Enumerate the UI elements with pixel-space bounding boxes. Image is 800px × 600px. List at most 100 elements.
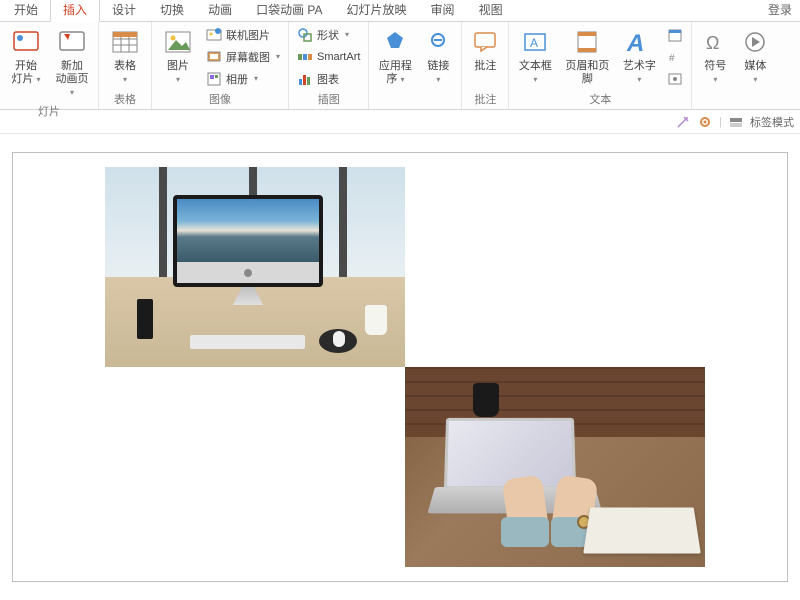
tab-insert[interactable]: 插入 [50,0,100,22]
chevron-down-icon: ▾ [713,75,717,84]
symbol-icon: Ω [699,26,731,58]
chevron-down-icon: ▾ [436,75,440,84]
group-text: A 文本框 ▾ 页眉和页脚 A 艺术字 ▾ # 文本 [509,22,692,109]
screenshot-icon [206,49,222,65]
tab-pocket-anim[interactable]: 口袋动画 PA [244,0,334,21]
group-label: 表格 [103,89,147,109]
chevron-down-icon: ▾ [637,75,641,84]
picture-icon [162,26,194,58]
tab-animations[interactable]: 动画 [196,0,244,21]
btn-comment[interactable]: 批注 [466,24,504,75]
btn-label: 批注 [474,60,496,73]
group-label [696,105,774,109]
btn-symbol[interactable]: Ω 符号 ▾ [696,24,734,86]
svg-text:Ω: Ω [706,33,719,53]
tab-slideshow[interactable]: 幻灯片放映 [335,0,419,21]
slide-image-2[interactable] [405,367,705,567]
apps-icon [379,26,411,58]
smartart-icon [297,49,313,65]
btn-label: 图表 [317,71,339,87]
new-slide-icon [56,26,88,58]
link-icon [422,26,454,58]
btn-label: 艺术字 [623,60,656,73]
group-slides: 开始灯片 ▾ 新加动画页 ▾ 灯片 [0,22,99,109]
btn-online-pictures[interactable]: 联机图片 [202,24,284,45]
btn-label: 应用程序 ▾ [379,60,412,86]
btn-apps[interactable]: 应用程序 ▾ [373,24,417,88]
group-label: 插图 [293,89,364,109]
album-icon [206,71,222,87]
number-icon: # [667,49,683,65]
chevron-down-icon: ▾ [254,74,258,83]
shapes-icon [297,27,313,43]
btn-media[interactable]: 媒体 ▾ [736,24,774,86]
btn-chart[interactable]: 图表 [293,68,364,89]
textbox-icon: A [519,26,551,58]
slide-canvas-area [0,134,800,600]
svg-text:#: # [669,53,675,64]
chevron-down-icon: ▾ [533,75,537,84]
table-icon [109,26,141,58]
slide[interactable] [12,152,788,582]
sub-toolbar: | 标签模式 [0,110,800,134]
btn-label: 相册 [226,71,248,87]
group-label: 灯片 [4,101,94,121]
group-illustrations: 形状 ▾ SmartArt 图表 插图 [289,22,369,109]
svg-text:A: A [626,30,644,55]
tab-view[interactable]: 视图 [467,0,515,21]
svg-text:A: A [530,36,538,50]
tab-design[interactable]: 设计 [100,0,148,21]
tab-review[interactable]: 审阅 [419,0,467,21]
comment-icon [469,26,501,58]
group-label: 批注 [466,89,504,109]
login-link[interactable]: 登录 [756,0,800,21]
btn-object[interactable] [663,68,687,89]
chevron-down-icon: ▾ [345,30,349,39]
btn-date-time[interactable] [663,24,687,45]
online-picture-icon [206,27,222,43]
btn-links[interactable]: 链接 ▾ [419,24,457,86]
btn-label: 新加动画页 ▾ [52,60,92,99]
btn-smartart[interactable]: SmartArt [293,46,364,67]
header-footer-icon [571,26,603,58]
group-label [373,105,457,109]
group-apps-links: 应用程序 ▾ 链接 ▾ [369,22,462,109]
btn-photo-album[interactable]: 相册 ▾ [202,68,284,89]
wordart-icon: A [623,26,655,58]
btn-screenshot[interactable]: 屏幕截图▾ [202,46,284,67]
btn-textbox[interactable]: A 文本框 ▾ [513,24,557,86]
group-comments: 批注 批注 [462,22,509,109]
group-label: 图像 [156,89,284,109]
chevron-down-icon: ▾ [123,75,127,84]
btn-shapes[interactable]: 形状 ▾ [293,24,364,45]
group-label: 文本 [513,89,687,109]
btn-label: 符号 [704,60,726,73]
btn-label: 表格 [114,60,136,73]
btn-label: SmartArt [317,51,360,63]
btn-picture[interactable]: 图片 ▾ [156,24,200,86]
tab-transitions[interactable]: 切换 [148,0,196,21]
object-icon [667,71,683,87]
gear-icon[interactable] [697,114,713,130]
slide-image-1[interactable] [105,167,405,367]
btn-header-footer[interactable]: 页眉和页脚 [559,24,615,88]
btn-start-slide[interactable]: 开始灯片 ▾ [4,24,48,88]
tag-mode-icon [728,114,744,130]
btn-label: 形状 [317,27,339,43]
group-symbols-media: Ω 符号 ▾ 媒体 ▾ [692,22,778,109]
btn-new-anim-page[interactable]: 新加动画页 ▾ [50,24,94,101]
ribbon: 开始灯片 ▾ 新加动画页 ▾ 灯片 表格 ▾ 表格 图片 ▾ [0,22,800,110]
wand-icon[interactable] [675,114,691,130]
btn-label: 图片 [167,60,189,73]
tab-home[interactable]: 开始 [2,0,50,21]
btn-table[interactable]: 表格 ▾ [103,24,147,86]
slide-icon [10,26,42,58]
btn-wordart[interactable]: A 艺术字 ▾ [617,24,661,86]
btn-label: 联机图片 [226,27,270,43]
btn-slide-number[interactable]: # [663,46,687,67]
chevron-down-icon: ▾ [176,75,180,84]
divider: | [719,116,722,128]
tag-mode-label[interactable]: 标签模式 [750,114,794,130]
btn-label: 开始灯片 ▾ [11,60,40,86]
btn-label: 文本框 [519,60,552,73]
